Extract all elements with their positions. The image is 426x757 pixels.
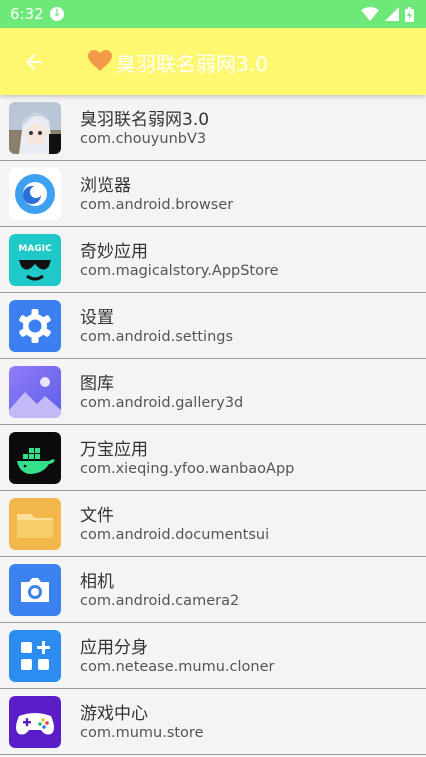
app-cloner-icon — [9, 630, 61, 682]
page-title: 臭羽联名弱网3.0 — [116, 52, 268, 76]
gamepad-icon — [9, 696, 61, 748]
list-item[interactable]: 浏览器 com.android.browser — [0, 161, 426, 227]
settings-gear-icon — [9, 300, 61, 352]
app-package: com.android.gallery3d — [80, 395, 244, 411]
heart-icon — [88, 50, 112, 71]
folder-icon — [9, 498, 61, 550]
battery-icon — [405, 6, 414, 22]
app-package: com.mumu.store — [80, 725, 204, 741]
app-name: 游戏中心 — [80, 704, 148, 724]
list-item[interactable]: 图库 com.android.gallery3d — [0, 359, 426, 425]
magic-app-icon: MAGIC — [9, 234, 61, 286]
app-name: 应用分身 — [80, 638, 148, 658]
list-item[interactable]: 游戏中心 com.mumu.store — [0, 689, 426, 755]
app-name: 奇妙应用 — [80, 242, 148, 262]
back-arrow-icon[interactable] — [22, 50, 46, 74]
app-name: 相机 — [80, 572, 114, 592]
app-package: com.netease.mumu.cloner — [80, 659, 275, 675]
app-package: com.android.documentsui — [80, 527, 270, 543]
app-name: 臭羽联名弱网3.0 — [80, 110, 210, 130]
app-package: com.android.camera2 — [80, 593, 240, 609]
app-package: com.android.settings — [80, 329, 234, 345]
app-bar: 臭羽联名弱网3.0 — [0, 28, 426, 95]
list-item[interactable]: 相机 com.android.camera2 — [0, 557, 426, 623]
app-name: 文件 — [80, 506, 114, 526]
app-list: 臭羽联名弱网3.0 com.chouyunbV3 浏览器 com.android… — [0, 95, 426, 755]
gallery-icon — [9, 366, 61, 418]
status-time: 6:32 — [10, 5, 44, 23]
status-bar: 6:32 ↓ — [0, 0, 426, 28]
camera-icon — [9, 564, 61, 616]
app-package: com.xieqing.yfoo.wanbaoApp — [80, 461, 295, 477]
wifi-icon — [361, 7, 379, 21]
signal-icon — [385, 7, 399, 21]
svg-text:MAGIC: MAGIC — [18, 244, 52, 254]
download-icon: ↓ — [50, 7, 64, 21]
browser-icon — [9, 168, 61, 220]
list-item[interactable]: 万宝应用 com.xieqing.yfoo.wanbaoApp — [0, 425, 426, 491]
app-name: 浏览器 — [80, 176, 131, 196]
app-name: 设置 — [80, 308, 114, 328]
list-item[interactable]: 臭羽联名弱网3.0 com.chouyunbV3 — [0, 95, 426, 161]
app-package: com.android.browser — [80, 197, 234, 213]
list-item[interactable]: MAGIC 奇妙应用 com.magicalstory.AppStore — [0, 227, 426, 293]
status-icons — [361, 6, 414, 22]
docker-whale-icon — [9, 432, 61, 484]
app-name: 万宝应用 — [80, 440, 148, 460]
app-name: 图库 — [80, 374, 114, 394]
app-package: com.chouyunbV3 — [80, 131, 207, 147]
app-package: com.magicalstory.AppStore — [80, 263, 279, 279]
anime-avatar-icon — [9, 102, 61, 154]
list-item[interactable]: 文件 com.android.documentsui — [0, 491, 426, 557]
list-item[interactable]: 设置 com.android.settings — [0, 293, 426, 359]
list-item[interactable]: 应用分身 com.netease.mumu.cloner — [0, 623, 426, 689]
